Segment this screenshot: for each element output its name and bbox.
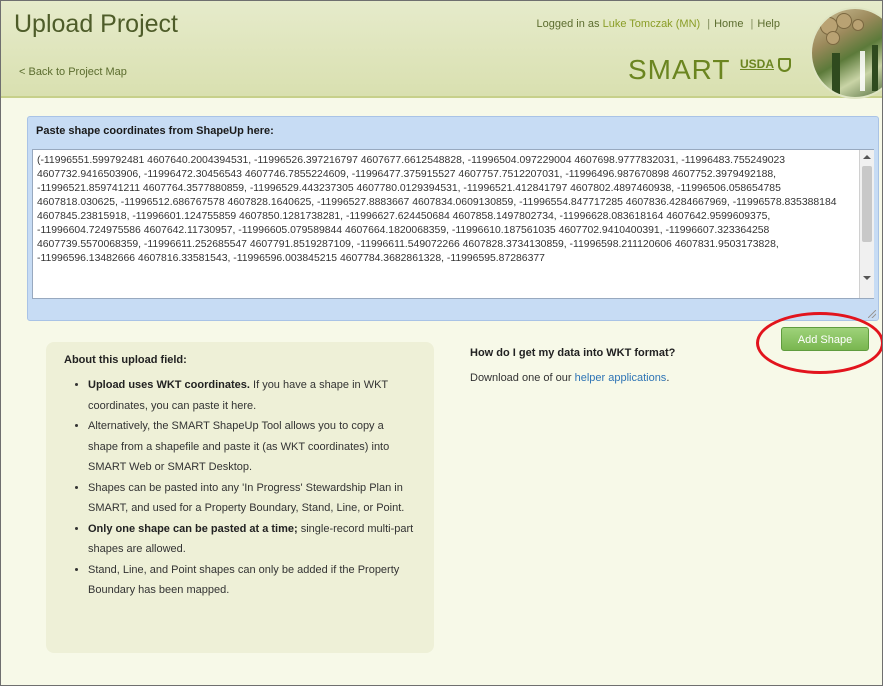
separator: |: [707, 18, 711, 30]
logged-in-label: Logged in as: [536, 18, 600, 30]
shape-input-label: Paste shape coordinates from ShapeUp her…: [36, 125, 274, 137]
resize-grip-icon[interactable]: [868, 310, 876, 318]
list-item: Alternatively, the SMART ShapeUp Tool al…: [88, 416, 416, 478]
forest-photo: [810, 7, 882, 99]
helper-applications-link[interactable]: helper applications: [575, 372, 667, 384]
list-item: Upload uses WKT coordinates. If you have…: [88, 375, 416, 416]
shape-coordinates-textarea[interactable]: (-11996551.599792481 4607640.2004394531,…: [32, 149, 874, 299]
wkt-help-text: Download one of our helper applications.: [470, 372, 669, 384]
scroll-up-arrow-icon[interactable]: [863, 155, 871, 159]
scroll-down-arrow-icon[interactable]: [863, 276, 871, 280]
smart-logo: SMART: [628, 54, 731, 85]
wkt-help-suffix: .: [666, 372, 670, 384]
about-title: About this upload field:: [64, 354, 187, 366]
about-list: Upload uses WKT coordinates. If you have…: [64, 375, 416, 601]
wkt-help-prefix: Download one of our: [470, 372, 572, 384]
list-item: Only one shape can be pasted at a time; …: [88, 519, 416, 560]
help-link[interactable]: Help: [757, 18, 780, 30]
wkt-help-title: How do I get my data into WKT format?: [470, 347, 676, 359]
forest-service-shield-icon: [778, 58, 791, 72]
app-window: Upload Project < Back to Project Map Log…: [0, 0, 883, 686]
page-header: Upload Project < Back to Project Map Log…: [1, 1, 882, 99]
about-upload-box: About this upload field: Upload uses WKT…: [46, 342, 434, 653]
page-title: Upload Project: [14, 10, 178, 38]
scroll-thumb[interactable]: [862, 166, 872, 242]
list-item: Stand, Line, and Point shapes can only b…: [88, 560, 416, 601]
list-item: Shapes can be pasted into any 'In Progre…: [88, 478, 416, 519]
textarea-scrollbar[interactable]: [859, 150, 874, 298]
user-bar: Logged in as Luke Tomczak (MN) | Home | He…: [537, 18, 780, 30]
separator: |: [750, 18, 754, 30]
shape-input-panel: Paste shape coordinates from ShapeUp her…: [27, 116, 879, 321]
add-shape-button[interactable]: Add Shape: [781, 327, 869, 351]
home-link[interactable]: Home: [714, 18, 743, 30]
back-to-project-map-link[interactable]: < Back to Project Map: [19, 66, 127, 78]
usda-logo: USDA: [740, 57, 775, 71]
user-name-link[interactable]: Luke Tomczak (MN): [603, 18, 701, 30]
